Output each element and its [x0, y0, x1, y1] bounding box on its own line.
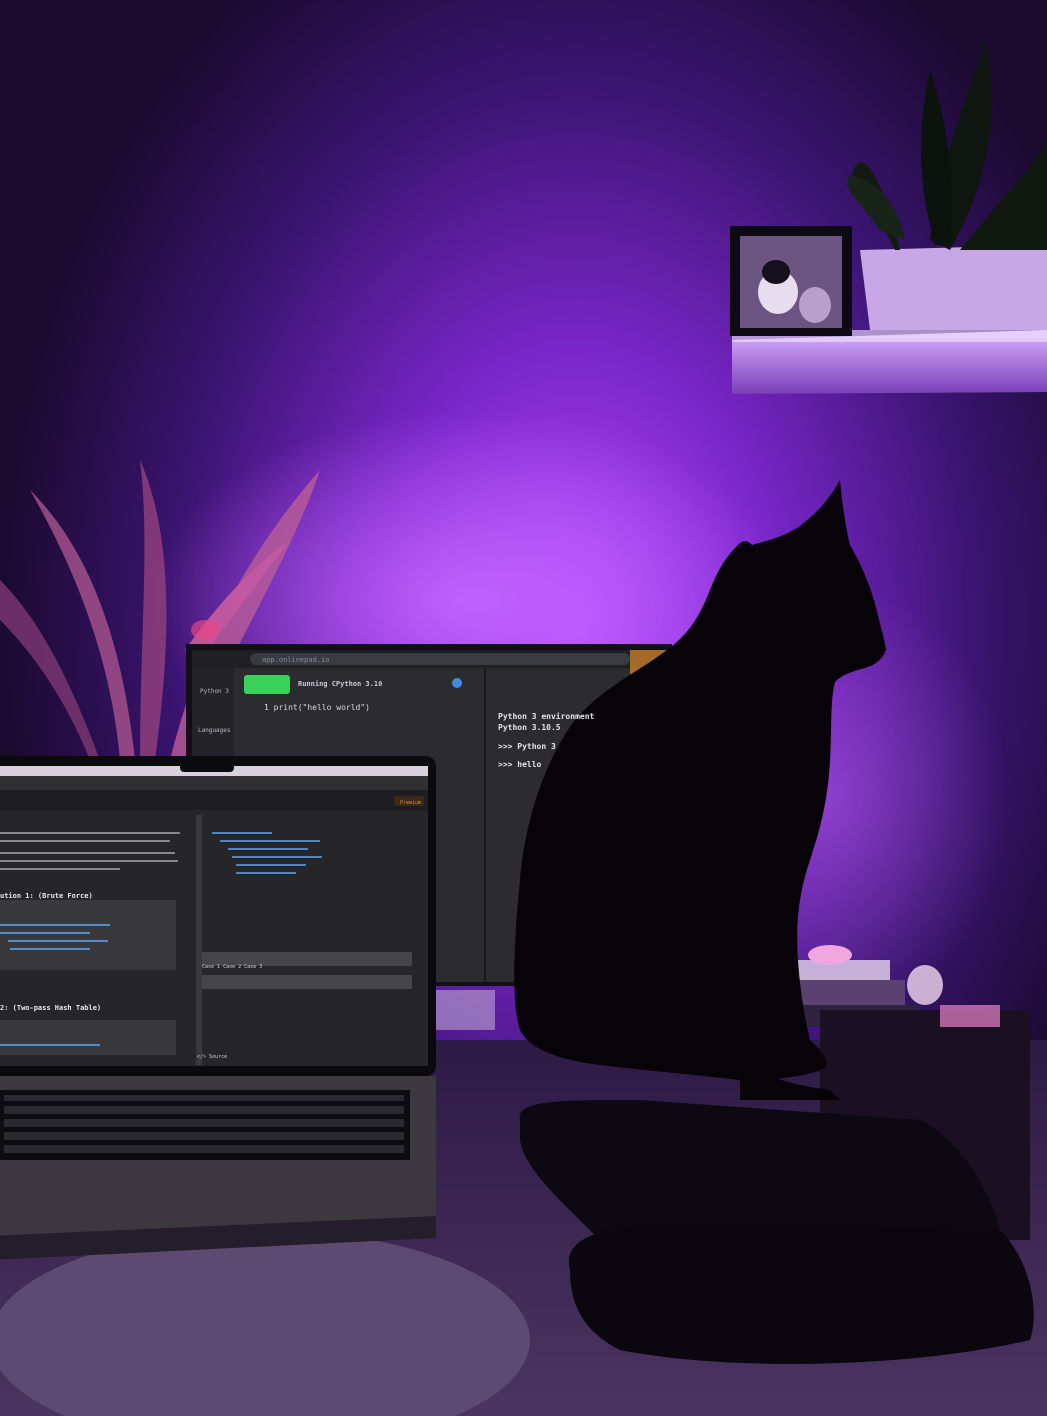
scene-illustration: [0, 0, 1047, 1416]
run-button: [244, 675, 290, 694]
photo-scene: app.onlinepad.io Running CPython 3.10 Py…: [0, 0, 1047, 1416]
monitor-output-line: Python 3.10.5: [498, 723, 561, 732]
monitor-sidebar-label: Python 3: [200, 688, 229, 695]
laptop-premium-label: Premium: [400, 800, 422, 806]
monitor-run-label: Running CPython 3.10: [298, 680, 383, 688]
monitor-output-line: >>> Python 3: [498, 742, 556, 751]
monitor-code-line: 1 print("hello world"): [264, 703, 370, 712]
wall-shelf: [732, 330, 1047, 394]
monitor-output-line: >>> hello: [498, 760, 542, 769]
laptop-source-label: </> Source: [197, 1054, 228, 1060]
monitor-languages-label: Languages: [198, 727, 231, 734]
laptop-test-cases: Case 1 Case 2 Case 3: [202, 964, 263, 970]
laptop-solution-heading: 2: (Two-pass Hash Table): [0, 1004, 102, 1012]
laptop-solution-heading: ution 1: (Brute Force): [0, 892, 93, 900]
framed-cat-picture: [730, 226, 852, 336]
monitor-output-line: Python 3 environment: [498, 712, 595, 721]
monitor-url-text: app.onlinepad.io: [262, 656, 330, 664]
